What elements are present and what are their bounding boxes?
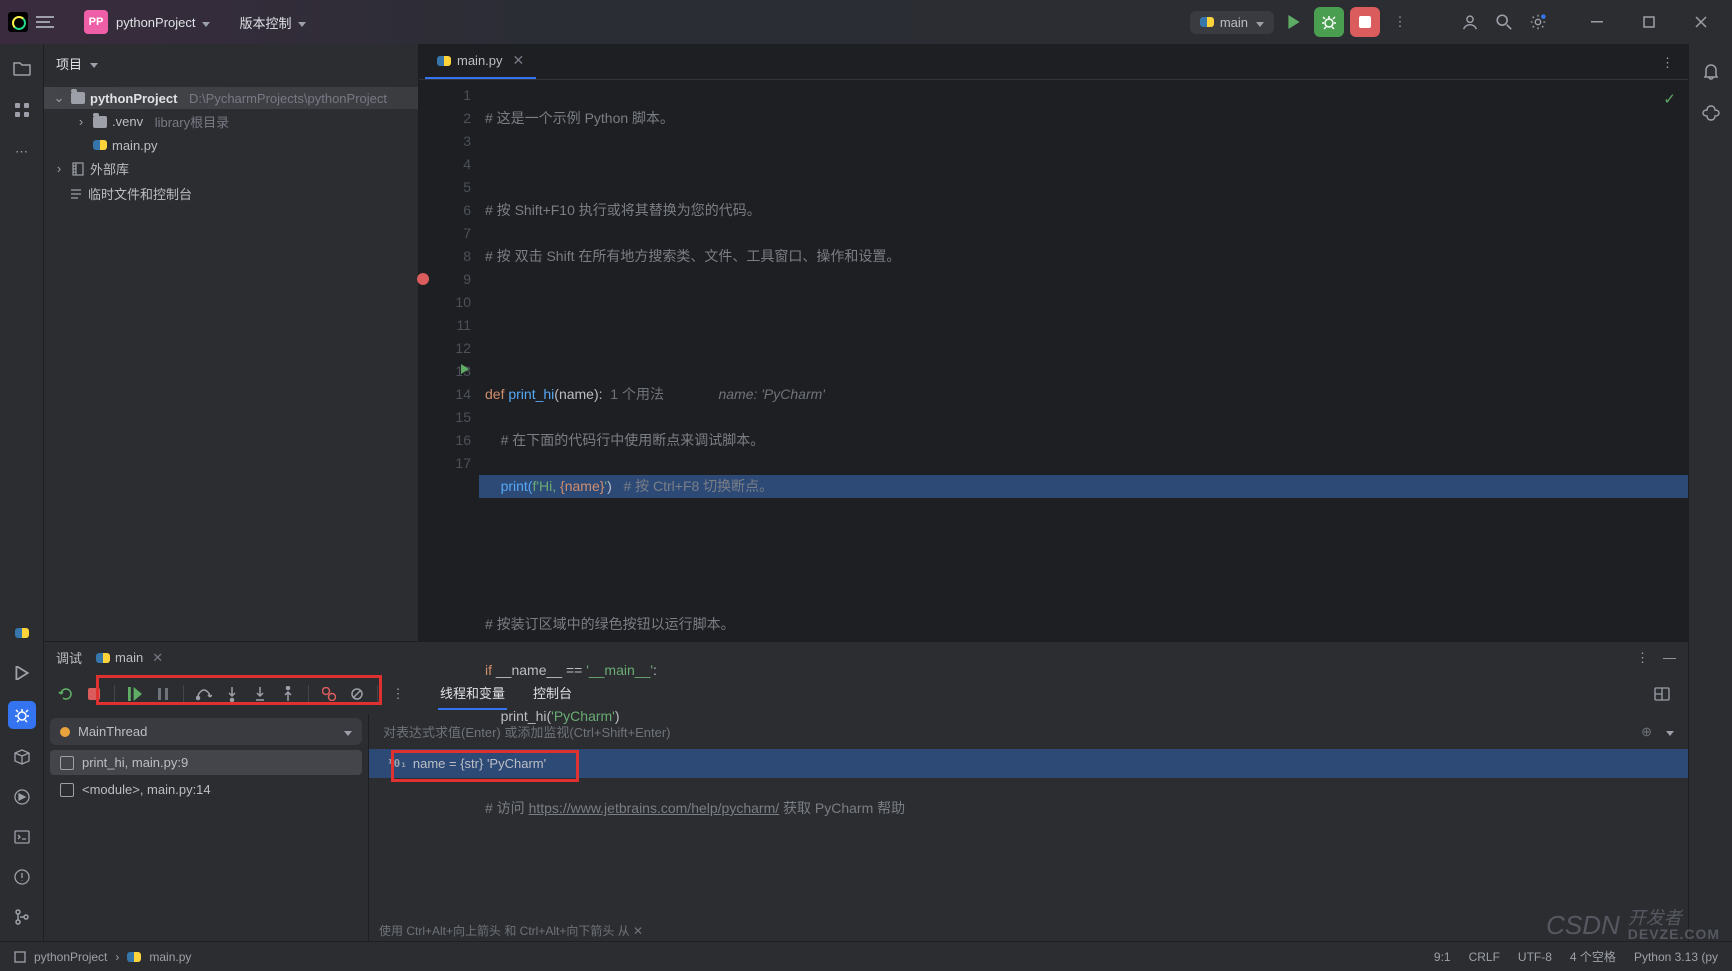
- terminal-tool-icon[interactable]: [10, 825, 34, 849]
- minimize-button[interactable]: [1574, 6, 1620, 38]
- ai-assistant-icon[interactable]: [1699, 101, 1723, 125]
- step-into-my-icon[interactable]: [248, 682, 272, 706]
- editor: main.py✕ ⋮ ✓ 12345678 9 101112 13 141516…: [419, 44, 1688, 641]
- view-breakpoints-icon[interactable]: [317, 682, 341, 706]
- run-config-selector[interactable]: main: [1190, 11, 1274, 34]
- app-icon: [8, 12, 28, 32]
- packages-tool-icon[interactable]: [10, 745, 34, 769]
- indent[interactable]: 4 个空格: [1570, 948, 1616, 965]
- main-menu-icon[interactable]: [36, 11, 58, 33]
- step-out-icon[interactable]: [276, 682, 300, 706]
- step-over-icon[interactable]: [192, 682, 216, 706]
- project-panel: 项目 ⌄ pythonProject D:\PycharmProjects\py…: [44, 44, 419, 641]
- frame-icon: [60, 783, 74, 797]
- maximize-button[interactable]: [1626, 6, 1672, 38]
- frame-row[interactable]: print_hi, main.py:9: [50, 750, 362, 775]
- services-tool-icon[interactable]: [10, 785, 34, 809]
- project-panel-title: 项目: [56, 54, 82, 73]
- more-actions-icon[interactable]: ⋮: [1386, 8, 1414, 36]
- toolbar-more-icon[interactable]: ⋮: [386, 682, 410, 706]
- project-badge: PP: [84, 10, 108, 34]
- line-separator[interactable]: CRLF: [1469, 950, 1500, 964]
- problems-tool-icon[interactable]: [10, 865, 34, 889]
- add-watch-icon[interactable]: ⊕: [1641, 724, 1652, 740]
- frame-row[interactable]: <module>, main.py:14: [50, 777, 362, 802]
- breadcrumb-toggle-icon[interactable]: [14, 951, 26, 963]
- breadcrumb-project[interactable]: pythonProject: [34, 950, 107, 964]
- more-tool-icon[interactable]: ⋯: [10, 140, 34, 164]
- account-icon[interactable]: [1456, 8, 1484, 36]
- run-tool-icon[interactable]: [10, 661, 34, 685]
- interpreter[interactable]: Python 3.13 (py: [1634, 950, 1718, 964]
- project-tool-icon[interactable]: [10, 56, 34, 80]
- tab-threads-vars[interactable]: 线程和变量: [438, 677, 507, 710]
- stop-icon[interactable]: [82, 682, 106, 706]
- structure-tool-icon[interactable]: [10, 98, 34, 122]
- resume-icon[interactable]: [123, 682, 147, 706]
- stop-button[interactable]: [1350, 7, 1380, 37]
- debug-tool-icon[interactable]: [8, 701, 36, 729]
- title-bar: PP pythonProject 版本控制 main ⋮: [0, 0, 1732, 44]
- encoding[interactable]: UTF-8: [1518, 950, 1552, 964]
- left-toolbar: ⋯: [0, 44, 44, 941]
- editor-tabs-more-icon[interactable]: ⋮: [1647, 47, 1688, 79]
- python-console-icon[interactable]: [10, 621, 34, 645]
- thread-selector[interactable]: MainThread: [50, 718, 362, 745]
- variable-row[interactable]: ¹0₁name = {str} 'PyCharm': [369, 749, 1688, 778]
- notifications-icon[interactable]: [1699, 59, 1723, 83]
- vcs-dropdown[interactable]: 版本控制: [240, 13, 306, 32]
- debug-panel: 调试 main✕ ⋮ —: [44, 641, 1688, 941]
- variable-type-icon: ¹0₁: [387, 757, 407, 770]
- search-icon[interactable]: [1490, 8, 1518, 36]
- tree-root[interactable]: ⌄ pythonProject D:\PycharmProjects\pytho…: [44, 87, 418, 109]
- rerun-icon[interactable]: [54, 682, 78, 706]
- git-tool-icon[interactable]: [10, 905, 34, 929]
- inspection-ok-icon[interactable]: ✓: [1663, 88, 1676, 111]
- layout-icon[interactable]: [1654, 687, 1670, 701]
- debug-button[interactable]: [1314, 7, 1344, 37]
- close-tab-icon[interactable]: ✕: [513, 52, 525, 69]
- tree-venv[interactable]: › .venv library根目录: [44, 109, 418, 134]
- python-icon: [437, 54, 451, 68]
- pause-icon[interactable]: [151, 682, 175, 706]
- debug-config-tab[interactable]: main✕: [96, 650, 163, 666]
- evaluate-placeholder[interactable]: 对表达式求值(Enter) 或添加监视(Ctrl+Shift+Enter): [383, 722, 671, 741]
- python-icon: [1200, 15, 1214, 29]
- close-button[interactable]: [1678, 6, 1724, 38]
- tree-external[interactable]: › 外部库: [44, 156, 418, 181]
- settings-icon[interactable]: [1524, 8, 1552, 36]
- tab-console[interactable]: 控制台: [531, 677, 574, 710]
- right-toolbar: [1688, 44, 1732, 941]
- thread-state-icon: [60, 727, 70, 737]
- run-gutter-icon[interactable]: [461, 364, 469, 374]
- expand-icon[interactable]: [1664, 724, 1674, 740]
- step-into-icon[interactable]: [220, 682, 244, 706]
- project-dropdown[interactable]: pythonProject: [116, 15, 210, 30]
- tree-scratch[interactable]: 临时文件和控制台: [44, 181, 418, 206]
- hint-bar: 使用 Ctrl+Alt+向上箭头 和 Ctrl+Alt+向下箭头 从 ✕: [379, 922, 643, 939]
- debug-title: 调试: [56, 648, 82, 667]
- status-bar: pythonProject › main.py 9:1 CRLF UTF-8 4…: [0, 941, 1732, 971]
- python-icon: [127, 950, 141, 964]
- breakpoint-icon[interactable]: [417, 273, 429, 285]
- variables-panel: 对表达式求值(Enter) 或添加监视(Ctrl+Shift+Enter) ⊕ …: [369, 714, 1688, 941]
- breadcrumb-file[interactable]: main.py: [149, 950, 191, 964]
- cursor-position[interactable]: 9:1: [1434, 950, 1451, 964]
- editor-tab-mainpy[interactable]: main.py✕: [425, 44, 536, 79]
- tree-mainpy[interactable]: main.py: [44, 134, 418, 156]
- mute-breakpoints-icon[interactable]: [345, 682, 369, 706]
- frames-panel: MainThread print_hi, main.py:9 <module>,…: [44, 714, 369, 941]
- frame-icon: [60, 756, 74, 770]
- run-button[interactable]: [1280, 8, 1308, 36]
